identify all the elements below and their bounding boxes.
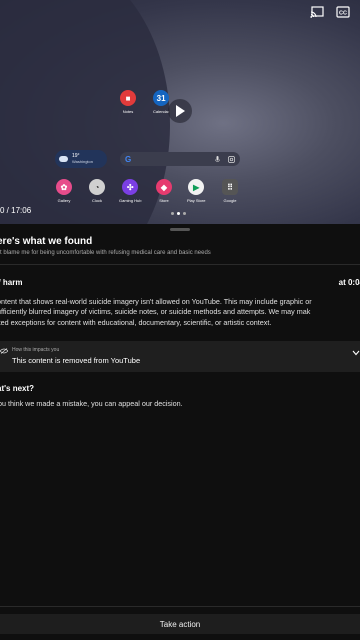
policy-title: f harm [0, 278, 23, 287]
cloud-icon [59, 156, 68, 162]
impact-card[interactable]: How this impacts you This content is rem… [0, 341, 360, 372]
next-heading: at's next? [0, 384, 35, 393]
lens-icon [228, 155, 235, 163]
eye-off-icon [0, 348, 8, 354]
play-store-icon: ▶ [188, 179, 205, 195]
store-icon: ◆ [156, 179, 172, 195]
app-store: ◆ Store [156, 179, 172, 203]
play-icon [176, 105, 185, 117]
video-player[interactable]: CC ■ Notes 31 Calendar 19° Washington G … [0, 0, 360, 224]
next-body: ou think we made a mistake, you can appe… [0, 399, 183, 408]
app-play-store: ▶ Play Store [187, 179, 205, 203]
policy-timestamp[interactable]: at 0:04 [339, 278, 360, 287]
bottom-divider [0, 606, 360, 607]
time-display: 0 / 17:06 [0, 206, 32, 215]
google-search-bar: G [120, 152, 240, 166]
gallery-icon: ✿ [56, 179, 72, 195]
closed-captions-icon[interactable]: CC [336, 6, 350, 18]
notes-icon: ■ [120, 90, 136, 106]
svg-text:CC: CC [339, 10, 347, 16]
app-calendar: 31 Calendar [153, 90, 169, 114]
app-gaming-hub: ✣ Gaming Hub [119, 179, 141, 203]
results-heading: ere's what we found [0, 236, 93, 247]
cast-icon[interactable] [310, 6, 324, 18]
app-gallery: ✿ Gallery [56, 179, 72, 203]
calendar-icon: 31 [153, 90, 170, 106]
app-notes: ■ Notes [120, 90, 136, 114]
google-icon: G [125, 154, 132, 164]
take-action-button[interactable]: Take action [0, 614, 360, 634]
weather-widget: 19° Washington [55, 150, 107, 168]
wallpaper-curve [0, 0, 170, 224]
chevron-down-icon [352, 350, 360, 356]
clock-icon: ◔ [89, 179, 105, 195]
video-title: t blame me for being uncomfortable with … [0, 250, 211, 256]
impact-label: How this impacts you [12, 347, 60, 353]
gaming-hub-icon: ✣ [122, 179, 139, 195]
app-clock: ◔ Clock [89, 179, 105, 203]
impact-value: This content is removed from YouTube [12, 356, 141, 365]
mic-icon [215, 155, 220, 162]
app-google: ⠿ Google [222, 179, 238, 203]
google-folder-icon: ⠿ [222, 179, 238, 195]
policy-description: ontent that shows real-world suicide ima… [0, 297, 312, 327]
drag-handle[interactable] [170, 228, 190, 231]
play-button[interactable] [168, 99, 192, 123]
divider [0, 264, 360, 265]
page-indicator [171, 212, 189, 215]
